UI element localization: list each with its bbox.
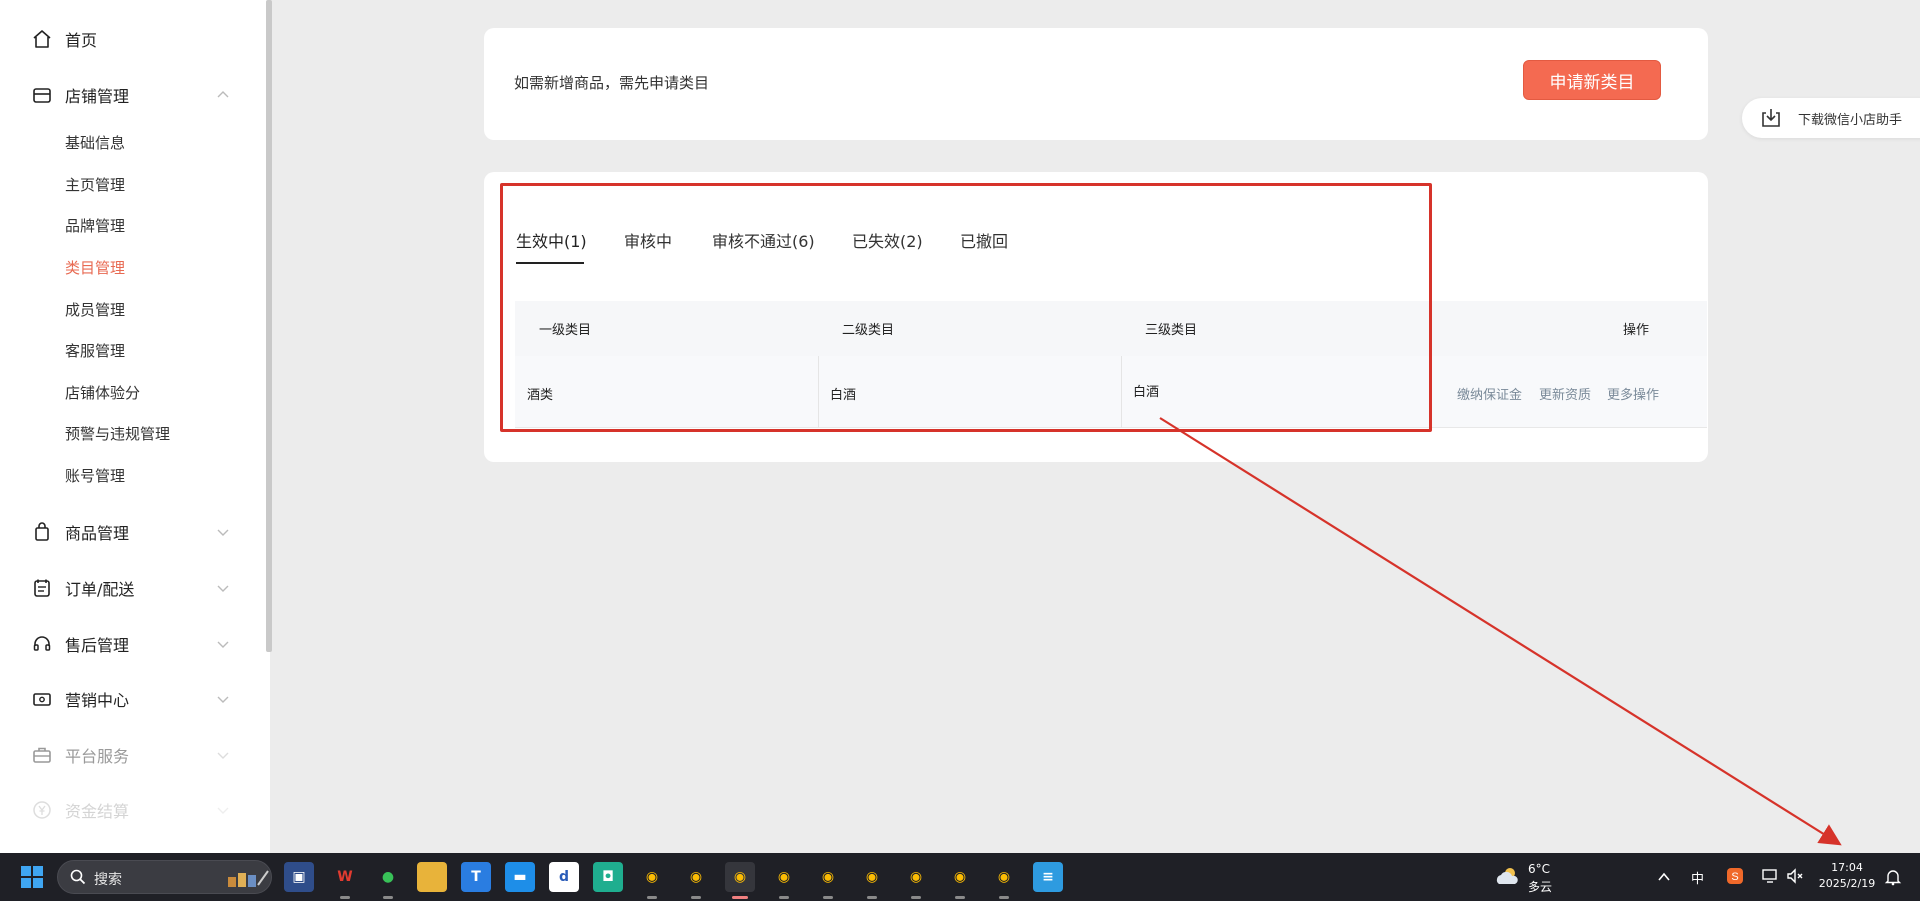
taskbar-app-chrome-icon[interactable]: ◉	[857, 862, 887, 899]
headset-icon	[31, 633, 53, 655]
annotation-highlight-box	[500, 183, 1432, 432]
nav-store[interactable]: 店铺管理	[0, 75, 260, 115]
nav-goods[interactable]: 商品管理	[0, 512, 260, 552]
chevron-down-icon	[217, 696, 229, 703]
taskbar-app-chrome-icon[interactable]: ◉	[725, 862, 755, 899]
download-helper-button[interactable]: 下载微信小店助手	[1742, 98, 1920, 138]
weather-widget[interactable]: 6°C 多云	[1494, 861, 1594, 894]
chevron-down-icon	[217, 752, 229, 759]
system-clock[interactable]: 17:04 2025/2/19	[1815, 860, 1879, 892]
sidebar: 首页 店铺管理 基础信息 主页管理 品牌管理 类目管理 成员管理 客服管理 店铺…	[0, 0, 270, 853]
sogou-icon[interactable]: S	[1726, 867, 1744, 885]
sidebar-item-category[interactable]: 类目管理	[65, 256, 125, 280]
clipboard-icon	[31, 577, 53, 599]
network-icon[interactable]	[1762, 867, 1780, 885]
volume-muted-icon[interactable]	[1786, 867, 1804, 885]
nav-funds-label: 资金结算	[65, 802, 130, 821]
sidebar-item-brand[interactable]: 品牌管理	[65, 214, 125, 238]
taskbar-app-edit-icon[interactable]: ▬	[505, 862, 535, 892]
nav-store-label: 店铺管理	[65, 87, 130, 106]
ime-indicator[interactable]: 中	[1691, 868, 1704, 887]
clock-date: 2025/2/19	[1818, 877, 1876, 890]
taskbar-app-teal-icon[interactable]: ◘	[593, 862, 623, 892]
taskbar-app-chrome-icon[interactable]: ◉	[813, 862, 843, 899]
header-actions: 操作	[1623, 323, 1650, 338]
update-qualification-link[interactable]: 更新资质	[1539, 384, 1591, 403]
notification-bell-icon[interactable]	[1884, 868, 1902, 886]
taskbar-app-chrome-icon[interactable]: ◉	[989, 862, 1019, 899]
sidebar-scrollbar[interactable]	[266, 0, 272, 652]
weather-desc: 多云	[1528, 880, 1553, 894]
taskbar-app-wps-icon[interactable]: W	[330, 862, 360, 899]
download-icon	[1762, 109, 1780, 127]
taskbar: 搜索 ▣ W ● T ▬ d ◘ ◉ ◉ ◉ ◉ ◉ ◉ ◉ ◉ ◉ ≡ 6°C…	[0, 853, 1920, 901]
more-actions-link[interactable]: 更多操作	[1607, 384, 1659, 403]
nav-marketing[interactable]: 营销中心	[0, 679, 260, 719]
taskbar-app-wechat-icon[interactable]: ●	[373, 862, 403, 899]
nav-funds[interactable]: 资金结算	[0, 790, 260, 830]
nav-platform-label: 平台服务	[65, 747, 130, 766]
search-icon	[70, 869, 86, 885]
search-label: 搜索	[94, 872, 122, 888]
taskbar-app-notepad-icon[interactable]: ≡	[1033, 862, 1063, 892]
search-highlight-icon	[228, 870, 269, 887]
windows-start-icon[interactable]	[20, 865, 44, 889]
chevron-up-icon	[217, 91, 229, 98]
chevron-down-icon	[217, 585, 229, 592]
download-helper-label: 下载微信小店助手	[1798, 113, 1903, 128]
taskbar-app-dict-icon[interactable]: d	[549, 862, 579, 892]
shopping-bag-icon	[31, 521, 53, 543]
briefcase-icon	[31, 744, 53, 766]
yuan-icon	[31, 799, 53, 821]
notice-text: 如需新增商品，需先申请类目	[514, 74, 710, 92]
sidebar-item-violations[interactable]: 预警与违规管理	[65, 422, 170, 446]
nav-goods-label: 商品管理	[65, 524, 130, 543]
store-icon	[31, 84, 53, 106]
pay-deposit-link[interactable]: 缴纳保证金	[1457, 384, 1522, 403]
taskbar-app-folder-icon[interactable]	[417, 862, 447, 892]
chevron-down-icon	[217, 641, 229, 648]
nav-orders-label: 订单/配送	[65, 580, 135, 599]
apply-new-category-button[interactable]: 申请新类目	[1523, 60, 1661, 100]
home-icon	[31, 28, 53, 50]
clock-time: 17:04	[1831, 861, 1863, 874]
sidebar-item-experience-score[interactable]: 店铺体验分	[65, 381, 140, 405]
svg-text:S: S	[1731, 871, 1738, 883]
taskbar-app-chrome-icon[interactable]: ◉	[637, 862, 667, 899]
nav-platform[interactable]: 平台服务	[0, 735, 260, 775]
taskbar-app-chrome-icon[interactable]: ◉	[901, 862, 931, 899]
cloud-icon	[1496, 868, 1518, 884]
taskbar-app-chrome-icon[interactable]: ◉	[945, 862, 975, 899]
sidebar-item-account[interactable]: 账号管理	[65, 464, 125, 488]
sidebar-item-basic-info[interactable]: 基础信息	[65, 131, 125, 155]
chevron-down-icon	[217, 529, 229, 536]
chevron-up-icon[interactable]	[1657, 870, 1671, 884]
sidebar-item-customer-service[interactable]: 客服管理	[65, 339, 125, 363]
sidebar-item-members[interactable]: 成员管理	[65, 298, 125, 322]
weather-temp: 6°C	[1528, 862, 1551, 876]
taskbar-app-computer-icon[interactable]: ▣	[284, 862, 314, 892]
nav-orders[interactable]: 订单/配送	[0, 568, 260, 608]
taskbar-app-tool-icon[interactable]: T	[461, 862, 491, 892]
chevron-down-icon	[217, 807, 229, 814]
notice-card: 如需新增商品，需先申请类目 申请新类目	[484, 28, 1708, 140]
taskbar-app-chrome-icon[interactable]: ◉	[769, 862, 799, 899]
nav-marketing-label: 营销中心	[65, 691, 130, 710]
sidebar-item-homepage[interactable]: 主页管理	[65, 173, 125, 197]
nav-home-label: 首页	[65, 31, 98, 50]
taskbar-search[interactable]: 搜索	[57, 860, 272, 894]
taskbar-app-chrome-icon[interactable]: ◉	[681, 862, 711, 899]
nav-aftersale-label: 售后管理	[65, 636, 130, 655]
nav-home[interactable]: 首页	[0, 19, 260, 59]
ticket-icon	[31, 688, 53, 710]
nav-aftersale[interactable]: 售后管理	[0, 624, 260, 664]
